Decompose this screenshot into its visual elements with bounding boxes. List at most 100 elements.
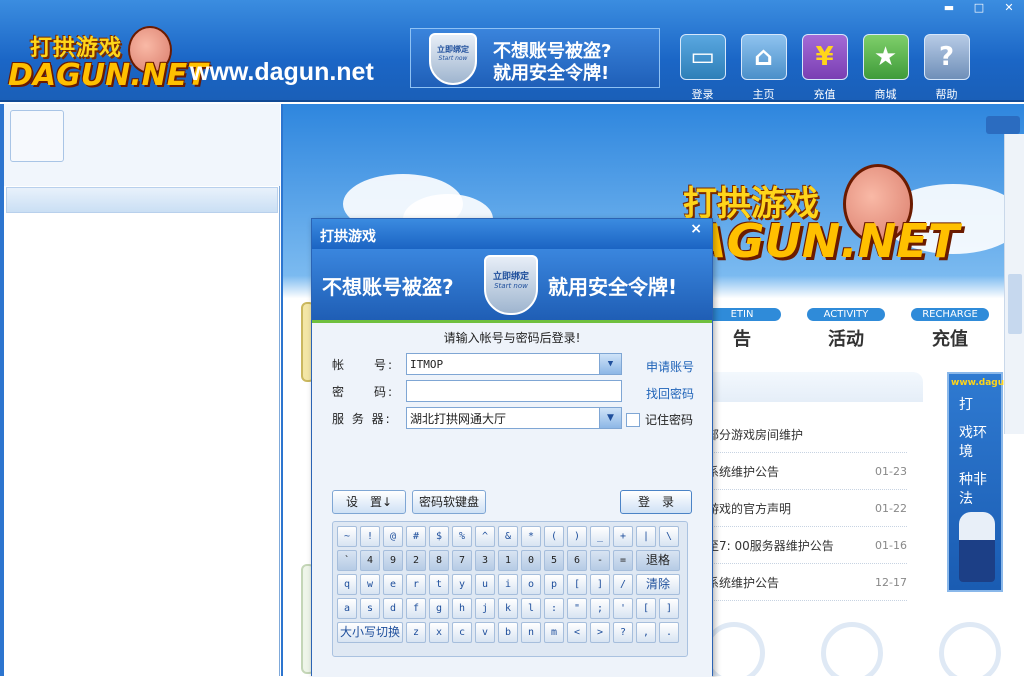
keyboard-key[interactable]: s [360,598,380,619]
account-field[interactable]: ITMOP ▼ [406,353,622,375]
keyboard-key[interactable]: x [429,622,449,643]
keyboard-key[interactable]: w [360,574,380,595]
keyboard-key[interactable]: f [406,598,426,619]
keyboard-key[interactable]: 0 [521,550,541,571]
keyboard-key[interactable]: o [521,574,541,595]
keyboard-key[interactable]: 8 [429,550,449,571]
news-item[interactable]: 游戏的官方声明 01-22 [707,490,907,527]
keyboard-key[interactable]: $ [429,526,449,547]
nav-login[interactable]: ▭ 登录 [672,34,733,102]
settings-button[interactable]: 设 置↓ [332,490,406,514]
keyboard-key[interactable]: : [544,598,564,619]
keyboard-key[interactable]: n [521,622,541,643]
news-item[interactable]: 部分游戏房间维护 [707,416,907,453]
keyboard-key[interactable]: z [406,622,426,643]
scrollbar-thumb[interactable] [1008,274,1022,334]
news-item[interactable]: 系统维护公告 12-17 [707,564,907,601]
chevron-down-icon[interactable]: ▼ [599,354,621,374]
tab-notice[interactable]: ETIN 告 [703,308,781,351]
login-button[interactable]: 登 录 [620,490,692,514]
keyboard-key[interactable]: ' [613,598,633,619]
nav-store[interactable]: ★ 商城 [855,34,916,102]
recover-password-link[interactable]: 找回密码 [646,385,694,402]
keyboard-key[interactable]: d [383,598,403,619]
nav-recharge[interactable]: ¥ 充值 [794,34,855,102]
keyboard-key[interactable]: ; [590,598,610,619]
news-item[interactable]: 系统维护公告 01-23 [707,453,907,490]
nav-help[interactable]: ? 帮助 [916,34,977,102]
register-link[interactable]: 申请账号 [646,358,694,375]
keyboard-key[interactable]: ~ [337,526,357,547]
keyboard-key[interactable]: _ [590,526,610,547]
keyboard-key[interactable]: @ [383,526,403,547]
keyboard-key[interactable]: i [498,574,518,595]
close-dialog-button[interactable]: × [690,221,702,237]
keyboard-key[interactable]: 3 [475,550,495,571]
keyboard-key[interactable]: g [429,598,449,619]
nav-home[interactable]: ⌂ 主页 [733,34,794,102]
keyboard-key[interactable]: [ [567,574,587,595]
keyboard-key[interactable]: 1 [498,550,518,571]
keyboard-key[interactable]: c [452,622,472,643]
dialog-banner[interactable]: 不想账号被盗? 立即绑定 Start now 就用安全令牌! [312,249,712,323]
keyboard-key[interactable]: t [429,574,449,595]
keyboard-key[interactable]: j [475,598,495,619]
side-advert[interactable]: www.dagu 打 戏环境 种非法 将配合 [947,372,1004,592]
minimize-button[interactable]: ▬ [934,0,964,18]
keyboard-key[interactable]: ] [590,574,610,595]
keyboard-key[interactable]: + [613,526,633,547]
keyboard-key[interactable]: % [452,526,472,547]
keyboard-key[interactable]: e [383,574,403,595]
keyboard-action-key[interactable]: 大小写切换 [337,622,403,643]
keyboard-key[interactable]: 4 [360,550,380,571]
keyboard-key[interactable]: [ [636,598,656,619]
game-icon[interactable] [821,622,883,676]
keyboard-action-key[interactable]: 退格 [636,550,680,571]
game-icon[interactable] [939,622,1001,676]
keyboard-key[interactable]: " [567,598,587,619]
soft-keyboard-button[interactable]: 密码软键盘 [412,490,486,514]
keyboard-key[interactable]: \ [659,526,679,547]
keyboard-key[interactable]: a [337,598,357,619]
server-select[interactable]: 湖北打拱网通大厅 ▼ [406,407,622,429]
keyboard-key[interactable]: b [498,622,518,643]
keyboard-key[interactable]: ( [544,526,564,547]
remember-password-checkbox[interactable]: 记住密码 [626,411,693,428]
close-window-button[interactable]: ✕ [994,0,1024,18]
keyboard-key[interactable]: r [406,574,426,595]
keyboard-key[interactable]: # [406,526,426,547]
keyboard-key[interactable]: l [521,598,541,619]
keyboard-key[interactable]: v [475,622,495,643]
keyboard-key[interactable]: 2 [406,550,426,571]
keyboard-key[interactable]: h [452,598,472,619]
keyboard-key[interactable]: = [613,550,633,571]
keyboard-key[interactable]: k [498,598,518,619]
keyboard-key[interactable]: * [521,526,541,547]
keyboard-key[interactable]: q [337,574,357,595]
keyboard-key[interactable]: 7 [452,550,472,571]
keyboard-key[interactable]: 5 [544,550,564,571]
keyboard-key[interactable]: & [498,526,518,547]
keyboard-key[interactable]: ) [567,526,587,547]
keyboard-key[interactable]: ? [613,622,633,643]
keyboard-key[interactable]: . [659,622,679,643]
security-token-banner[interactable]: 立即绑定 Start now 不想账号被盗? 就用安全令牌! [410,28,660,88]
news-item[interactable]: 至7: 00服务器维护公告 01-16 [707,527,907,564]
tab-recharge[interactable]: RECHARGE 充值 [911,308,989,351]
keyboard-key[interactable]: < [567,622,587,643]
keyboard-key[interactable]: u [475,574,495,595]
keyboard-key[interactable]: p [544,574,564,595]
keyboard-action-key[interactable]: 清除 [636,574,680,595]
checkbox-box[interactable] [626,412,640,427]
keyboard-key[interactable]: ] [659,598,679,619]
top-right-button[interactable] [986,116,1020,134]
tab-activity[interactable]: ACTIVITY 活动 [807,308,885,351]
chevron-down-icon[interactable]: ▼ [599,408,621,428]
keyboard-key[interactable]: ^ [475,526,495,547]
keyboard-key[interactable]: - [590,550,610,571]
avatar[interactable] [10,110,64,162]
password-field[interactable] [406,380,622,402]
keyboard-key[interactable]: ` [337,550,357,571]
keyboard-key[interactable]: , [636,622,656,643]
keyboard-key[interactable]: / [613,574,633,595]
